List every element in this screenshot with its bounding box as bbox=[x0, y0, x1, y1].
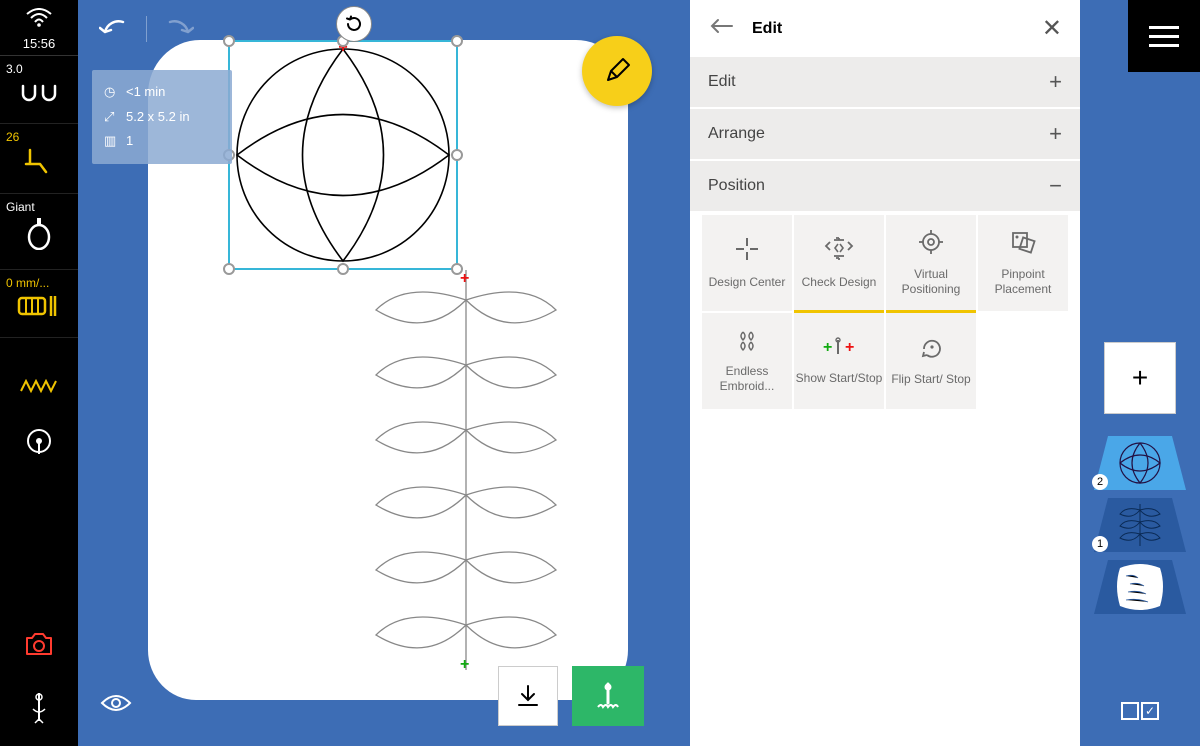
rotate-button[interactable] bbox=[336, 6, 372, 42]
pinpoint-icon bbox=[1009, 229, 1037, 262]
resize-handle[interactable] bbox=[451, 35, 463, 47]
section-position-label: Position bbox=[708, 177, 765, 195]
collapse-icon: − bbox=[1049, 173, 1062, 199]
show-start-stop-button[interactable]: ++ Show Start/Stop bbox=[794, 313, 884, 409]
layer-badge: 2 bbox=[1092, 474, 1108, 490]
tool-label: Check Design bbox=[802, 275, 877, 290]
size-icon: ⤢ bbox=[104, 105, 118, 130]
layer-item[interactable]: 2 bbox=[1090, 432, 1190, 494]
tool-label: Show Start/Stop bbox=[796, 371, 883, 386]
edit-panel: Edit ✕ Edit + Arrange + Position − Desig… bbox=[690, 0, 1080, 746]
wifi-icon bbox=[26, 6, 52, 36]
tension-icon bbox=[0, 80, 78, 111]
design-center-button[interactable]: Design Center bbox=[702, 215, 792, 311]
visibility-button[interactable] bbox=[100, 692, 132, 720]
section-edit-label: Edit bbox=[708, 73, 736, 91]
pinpoint-placement-button[interactable]: Pinpoint Placement bbox=[978, 215, 1068, 311]
clock-icon: ◷ bbox=[104, 80, 118, 105]
design-info: ◷ <1 min ⤢ 5.2 x 5.2 in ▥ 1 bbox=[92, 70, 232, 164]
flip-icon bbox=[918, 335, 944, 366]
svg-text:+: + bbox=[845, 339, 854, 356]
check-design-button[interactable]: Check Design bbox=[794, 215, 884, 311]
save-button[interactable] bbox=[498, 666, 558, 726]
presser-foot-value: 26 bbox=[0, 130, 78, 144]
edit-fab-button[interactable] bbox=[582, 36, 652, 106]
design-size: 5.2 x 5.2 in bbox=[126, 105, 190, 130]
hoop-cell[interactable]: Giant bbox=[0, 194, 78, 270]
layer-stack: 2 1 bbox=[1090, 432, 1190, 618]
colors-icon: ▥ bbox=[104, 129, 118, 154]
section-edit[interactable]: Edit + bbox=[690, 57, 1080, 109]
speed-cell[interactable]: 0 mm/... bbox=[0, 270, 78, 338]
endless-icon bbox=[735, 328, 759, 359]
undo-button[interactable] bbox=[92, 8, 134, 50]
stop-marker-icon: + bbox=[460, 270, 469, 288]
position-tools: Design Center Check Design Virtual Posit… bbox=[690, 213, 1080, 421]
endless-embroidery-button[interactable]: Endless Embroid... bbox=[702, 313, 792, 409]
zigzag-tool[interactable] bbox=[0, 358, 78, 414]
design-time: <1 min bbox=[126, 80, 165, 105]
close-button[interactable]: ✕ bbox=[1042, 14, 1062, 43]
hoop-value: Giant bbox=[0, 200, 78, 214]
select-check-icon: ✓ bbox=[1141, 702, 1159, 720]
speed-value: 0 mm/... bbox=[0, 276, 78, 290]
needle-tool[interactable] bbox=[0, 677, 78, 746]
section-arrange-label: Arrange bbox=[708, 125, 765, 143]
svg-text:+: + bbox=[823, 339, 832, 356]
flip-start-stop-button[interactable]: Flip Start/ Stop bbox=[886, 313, 976, 409]
tool-label: Flip Start/ Stop bbox=[891, 372, 970, 387]
presser-foot-icon bbox=[0, 148, 78, 181]
resize-handle[interactable] bbox=[223, 263, 235, 275]
resize-handle[interactable] bbox=[223, 35, 235, 47]
layer-item[interactable]: 1 bbox=[1090, 494, 1190, 556]
tension-value: 3.0 bbox=[0, 62, 78, 76]
design-leaf-stem[interactable] bbox=[346, 270, 586, 670]
bobbin-tool[interactable] bbox=[0, 414, 78, 475]
redo-button[interactable] bbox=[159, 8, 201, 50]
layer-badge: 1 bbox=[1092, 536, 1108, 552]
back-button[interactable] bbox=[708, 17, 734, 40]
selection-mode-button[interactable]: ✓ bbox=[1121, 702, 1159, 720]
design-colors: 1 bbox=[126, 129, 133, 154]
arrows-icon bbox=[824, 236, 854, 269]
presser-foot-cell[interactable]: 26 bbox=[0, 124, 78, 194]
canvas-area: + + + ◷ <1 min ⤢ 5.2 x 5.2 in ▥ 1 bbox=[78, 0, 690, 746]
start-stop-icon: ++ bbox=[819, 336, 859, 365]
layer-item[interactable] bbox=[1090, 556, 1190, 618]
expand-icon: + bbox=[1049, 69, 1062, 95]
status-time: 15:56 bbox=[0, 36, 78, 56]
speed-icon bbox=[0, 294, 78, 325]
tool-label: Endless Embroid... bbox=[702, 364, 792, 394]
target-icon bbox=[918, 229, 944, 262]
section-arrange[interactable]: Arrange + bbox=[690, 109, 1080, 161]
tool-label: Virtual Positioning bbox=[886, 267, 976, 297]
machine-sidebar: 15:56 3.0 26 Giant 0 mm/... bbox=[0, 0, 78, 746]
resize-handle[interactable] bbox=[451, 149, 463, 161]
panel-header: Edit ✕ bbox=[690, 0, 1080, 57]
virtual-positioning-button[interactable]: Virtual Positioning bbox=[886, 215, 976, 311]
expand-icon: + bbox=[1049, 121, 1062, 147]
tool-label: Design Center bbox=[709, 275, 786, 290]
resize-handle[interactable] bbox=[337, 263, 349, 275]
end-marker-icon: + bbox=[460, 656, 469, 674]
tension-cell[interactable]: 3.0 bbox=[0, 56, 78, 124]
panel-title: Edit bbox=[752, 20, 782, 38]
selection-box[interactable]: + bbox=[228, 40, 458, 270]
tool-label: Pinpoint Placement bbox=[978, 267, 1068, 297]
section-position[interactable]: Position − bbox=[690, 161, 1080, 213]
hoop-icon bbox=[0, 218, 78, 257]
add-layer-button[interactable]: + bbox=[1104, 342, 1176, 414]
layers-strip: + 2 1 ✓ bbox=[1080, 0, 1200, 746]
center-icon bbox=[734, 236, 760, 269]
history-tools bbox=[92, 8, 201, 50]
select-none-icon bbox=[1121, 702, 1139, 720]
stitch-out-button[interactable] bbox=[572, 666, 644, 726]
menu-button[interactable] bbox=[1128, 0, 1200, 72]
camera-tool[interactable] bbox=[0, 618, 78, 677]
